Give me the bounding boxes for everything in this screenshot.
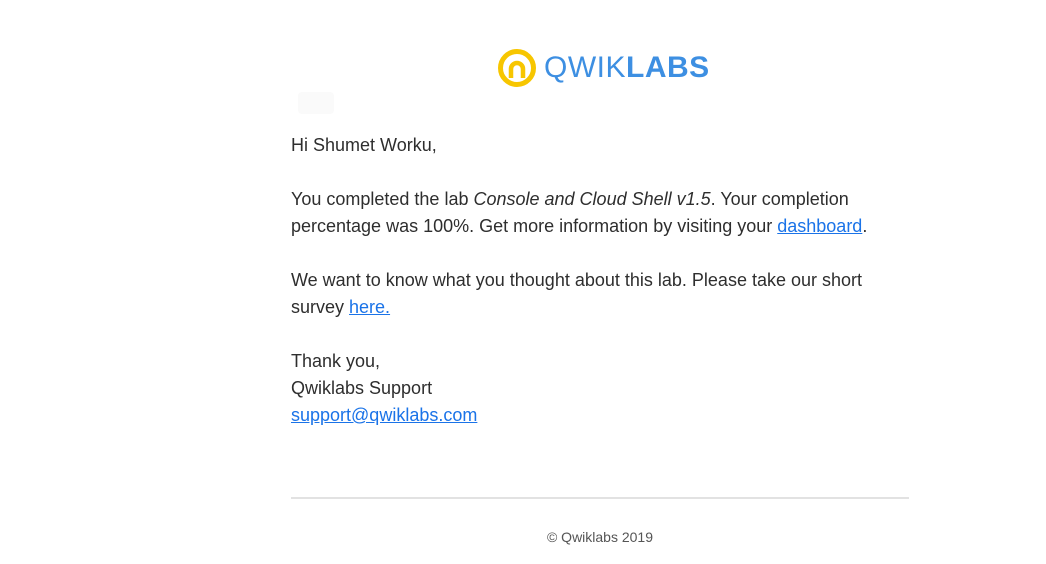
completion-text-end: . [862,216,868,236]
brand-name-light: QWIK [544,51,626,84]
greeting: Hi Shumet Worku, [291,135,437,155]
completion-text-before: You completed the lab [291,189,474,209]
qwiklabs-logo-icon [498,49,536,87]
footer-divider [291,497,909,499]
email-body: Hi Shumet Worku, You completed the lab C… [291,132,911,429]
brand-name-bold: LABS [626,51,710,84]
survey-link[interactable]: here. [349,297,390,317]
signoff-team: Qwiklabs Support [291,378,433,398]
brand-wordmark: QWIKLABS [544,48,710,88]
footer-copyright: © Qwiklabs 2019 [546,529,654,545]
faint-image-placeholder [298,92,334,114]
signoff: Thank you, Qwiklabs Support support@qwikla… [291,348,911,429]
completion-message: You completed the lab Console and Cloud … [291,186,911,240]
survey-message: We want to know what you thought about t… [291,267,911,321]
signoff-thanks: Thank you, [291,351,381,371]
lab-name: Console and Cloud Shell v1.5 [473,189,711,209]
support-email-link[interactable]: support@qwiklabs.com [291,405,477,425]
brand-logo: QWIKLABS [497,48,710,88]
dashboard-link[interactable]: dashboard [777,216,862,236]
